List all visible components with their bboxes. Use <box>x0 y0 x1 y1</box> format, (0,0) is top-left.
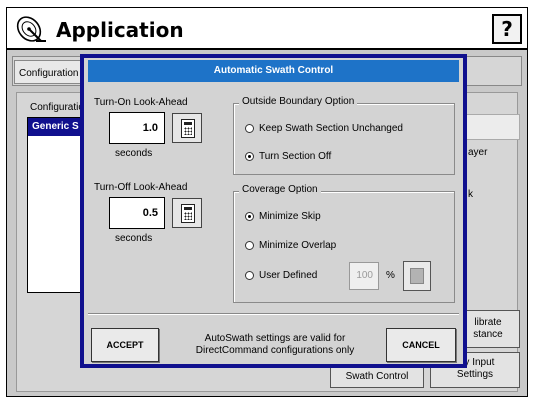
radio-turn-section-off-label[interactable]: Turn Section Off <box>259 151 331 162</box>
dialog-footnote: AutoSwath settings are valid for DirectC… <box>195 333 355 356</box>
outside-boundary-group <box>233 103 455 175</box>
radio-user-defined[interactable] <box>245 271 254 280</box>
app-title: Application <box>56 18 184 42</box>
satellite-dish-icon <box>14 12 48 46</box>
radio-keep-swath[interactable] <box>245 124 254 133</box>
radio-turn-section-off[interactable] <box>245 152 254 161</box>
turn-off-label: Turn-Off Look-Ahead <box>94 182 188 193</box>
background-text: k <box>468 189 473 200</box>
radio-keep-swath-label[interactable]: Keep Swath Section Unchanged <box>259 123 403 134</box>
list-item[interactable]: Generic S <box>28 118 82 136</box>
accept-button[interactable]: ACCEPT <box>91 328 159 362</box>
calculator-icon[interactable] <box>172 198 202 228</box>
radio-minimize-overlap[interactable] <box>245 241 254 250</box>
coverage-title: Coverage Option <box>239 184 321 195</box>
turn-on-label: Turn-On Look-Ahead <box>94 97 188 108</box>
turn-off-input[interactable]: 0.5 <box>109 197 165 229</box>
calculator-icon[interactable] <box>172 113 202 143</box>
turn-on-unit: seconds <box>115 148 153 159</box>
outside-boundary-title: Outside Boundary Option <box>239 96 358 107</box>
dialog-title: Automatic Swath Control <box>88 60 459 82</box>
radio-minimize-overlap-label[interactable]: Minimize Overlap <box>259 240 336 251</box>
configuration-list[interactable] <box>27 117 83 293</box>
radio-minimize-skip[interactable] <box>245 212 254 221</box>
turn-on-input[interactable]: 1.0 <box>109 112 165 144</box>
dialog-separator <box>88 313 459 315</box>
cancel-button[interactable]: CANCEL <box>386 328 456 362</box>
configuration-label: Configuratio <box>30 102 84 113</box>
turn-off-unit: seconds <box>115 233 153 244</box>
percent-unit: % <box>386 270 395 281</box>
help-button[interactable]: ? <box>492 14 522 44</box>
user-defined-calculator-button <box>403 261 431 291</box>
radio-user-defined-label[interactable]: User Defined <box>259 270 317 281</box>
radio-minimize-skip-label[interactable]: Minimize Skip <box>259 211 321 222</box>
tab-configuration[interactable]: Configuration <box>14 60 84 84</box>
user-defined-input: 100 <box>349 262 379 290</box>
background-text: ayer <box>468 147 488 158</box>
